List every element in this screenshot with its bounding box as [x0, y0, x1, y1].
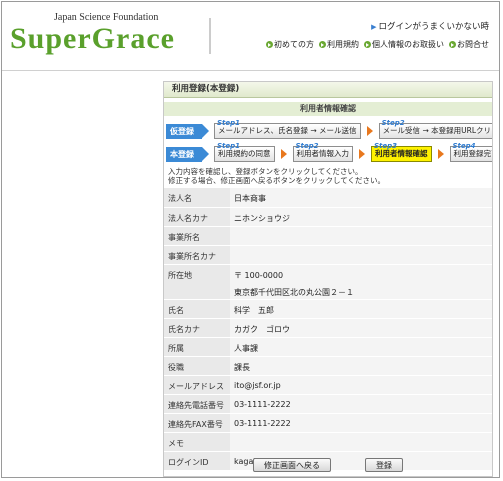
- main-steps: 本登録 Step1 利用規約の同意 Step2 利用者情報入力 Step3 利用…: [166, 142, 492, 162]
- table-row: 連絡先電話番号 03-1111-2222: [164, 394, 492, 414]
- field-value: 課長: [230, 356, 492, 376]
- action-buttons: 修正画面へ戻る 登録: [164, 458, 492, 472]
- step-number: Step2: [295, 142, 319, 150]
- field-label: メールアドレス: [164, 375, 230, 395]
- register-button[interactable]: 登録: [365, 458, 403, 472]
- field-value: 03-1111-2222: [230, 413, 492, 433]
- step-number: Step3: [374, 142, 398, 150]
- provisional-step-1: Step1 メールアドレス、氏名登録 → メール送信: [214, 119, 361, 139]
- arrow-circle-icon: [266, 41, 273, 48]
- table-row: メモ: [164, 432, 492, 452]
- field-label: 法人名カナ: [164, 207, 230, 227]
- field-label: 所属: [164, 337, 230, 357]
- table-row: 氏名 科学 五郎: [164, 299, 492, 319]
- table-row: 事業所名: [164, 226, 492, 246]
- step-number: Step2: [381, 119, 405, 127]
- field-value: 人事課: [230, 337, 492, 357]
- main-tag: 本登録: [166, 146, 209, 162]
- site-logo[interactable]: SuperGrace: [10, 22, 175, 56]
- field-value: カガク ゴロウ: [230, 318, 492, 338]
- table-row: 所属 人事課: [164, 337, 492, 357]
- field-value: [230, 226, 492, 246]
- field-label: 事業所名カナ: [164, 245, 230, 265]
- nav-item-first-time[interactable]: 初めての方: [266, 39, 314, 50]
- table-row: 事業所名カナ: [164, 245, 492, 265]
- step-indicator: 仮登録 Step1 メールアドレス、氏名登録 → メール送信 Step2 メール…: [164, 119, 492, 164]
- arrow-circle-icon: [319, 41, 326, 48]
- table-row: 連絡先FAX番号 03-1111-2222: [164, 413, 492, 433]
- registration-panel: 利用登録(本登録) 利用者情報確認 仮登録 Step1 メールアドレス、氏名登録…: [163, 81, 493, 477]
- header-rule: [2, 70, 499, 71]
- address-line: 東京都千代田区北の丸公園２－１: [234, 287, 354, 297]
- table-row: 所在地〒 100-0000 東京都千代田区北の丸公園２－１: [164, 264, 492, 300]
- panel-title: 利用登録(本登録): [164, 82, 492, 98]
- table-row: メールアドレス ito@jsf.or.jp: [164, 375, 492, 395]
- field-value: ニホンショウジ: [230, 207, 492, 227]
- field-value: 03-1111-2222: [230, 394, 492, 414]
- main-step-4: Step4 利用登録完了: [449, 142, 492, 162]
- nav-item-terms[interactable]: 利用規約: [319, 39, 359, 50]
- field-label: 法人名: [164, 188, 230, 208]
- login-help-link[interactable]: ▶ ログインがうまくいかない時: [371, 20, 489, 32]
- confirmation-table: 法人名 日本商事 法人名カナ ニホンショウジ 事業所名 事業所名カナ 所在地〒 10…: [164, 188, 492, 471]
- step-number: Step1: [217, 142, 241, 150]
- nav-label: 初めての方: [274, 40, 314, 49]
- provisional-tag: 仮登録: [166, 123, 209, 139]
- field-label: 事業所名: [164, 226, 230, 246]
- field-label: 連絡先FAX番号: [164, 413, 230, 433]
- field-value: 科学 五郎: [230, 299, 492, 319]
- field-label: 役職: [164, 356, 230, 376]
- arrow-right-icon: [366, 126, 373, 136]
- field-label: 氏名: [164, 299, 230, 319]
- step-number: Step4: [452, 142, 476, 150]
- field-value: 日本商事: [230, 188, 492, 208]
- main-step-3-current: Step3 利用者情報確認: [371, 142, 432, 162]
- field-label: 連絡先電話番号: [164, 394, 230, 414]
- site-header: Japan Science Foundation SuperGrace ▶ ログイ…: [2, 2, 499, 70]
- table-row: 役職 課長: [164, 356, 492, 376]
- instruction-text: 入力内容を確認し、登録ボタンをクリックしてください。 修正する場合、修正画面へ戻…: [164, 164, 492, 185]
- field-value: ito@jsf.or.jp: [230, 375, 492, 395]
- browser-frame: Japan Science Foundation SuperGrace ▶ ログイ…: [1, 1, 500, 478]
- back-to-edit-button[interactable]: 修正画面へ戻る: [253, 458, 331, 472]
- main-step-1: Step1 利用規約の同意: [214, 142, 275, 162]
- nav-label: 個人情報のお取扱い: [372, 40, 444, 49]
- main-step-2: Step2 利用者情報入力: [292, 142, 353, 162]
- arrow-right-icon: [359, 149, 365, 159]
- table-row: 氏名カナ カガク ゴロウ: [164, 318, 492, 338]
- arrow-right-icon: [437, 149, 444, 159]
- nav-item-privacy[interactable]: 個人情報のお取扱い: [364, 39, 444, 50]
- table-row: 法人名 日本商事: [164, 188, 492, 208]
- nav-label: 利用規約: [327, 40, 359, 49]
- header-nav: 初めての方 利用規約 個人情報のお取扱い お問合せ: [266, 39, 489, 50]
- field-value: [230, 432, 492, 452]
- instruction-line: 入力内容を確認し、登録ボタンをクリックしてください。: [168, 167, 363, 176]
- provisional-step-2: Step2 メール受信 → 本登録用URLクリック: [378, 119, 492, 139]
- section-title: 利用者情報確認: [164, 102, 492, 116]
- step-number: Step1: [217, 119, 241, 127]
- triangle-right-icon: ▶: [371, 23, 377, 31]
- nav-item-contact[interactable]: お問合せ: [449, 39, 489, 50]
- arrow-circle-icon: [449, 41, 456, 48]
- provisional-steps: 仮登録 Step1 メールアドレス、氏名登録 → メール送信 Step2 メール…: [166, 119, 492, 139]
- arrow-circle-icon: [364, 41, 371, 48]
- field-label: 氏名カナ: [164, 318, 230, 338]
- instruction-line: 修正する場合、修正画面へ戻るボタンをクリックしてください。: [168, 176, 386, 185]
- field-label: メモ: [164, 432, 230, 452]
- address-value: 〒 100-0000 東京都千代田区北の丸公園２－１: [230, 264, 492, 300]
- login-help-label: ログインがうまくいかない時: [378, 22, 489, 32]
- field-value: [230, 245, 492, 265]
- postal-code: 〒 100-0000: [234, 270, 284, 280]
- nav-label: お問合せ: [457, 40, 489, 49]
- field-label: 所在地: [164, 264, 230, 300]
- table-row: 法人名カナ ニホンショウジ: [164, 207, 492, 227]
- arrow-right-icon: [280, 149, 287, 159]
- header-divider: [209, 18, 211, 54]
